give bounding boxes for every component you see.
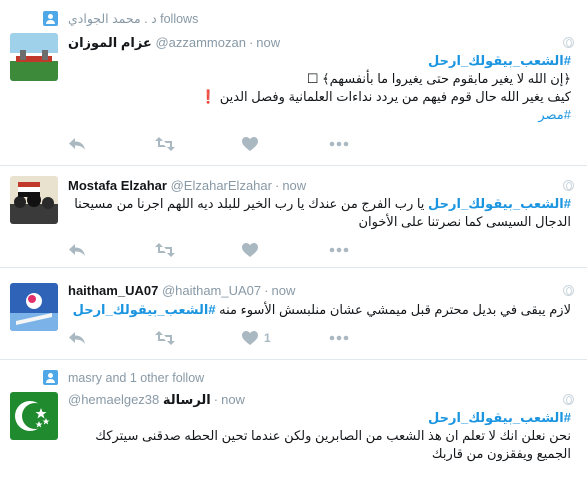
- username[interactable]: @ElzaharElzahar: [171, 178, 272, 193]
- tweet-3[interactable]: haitham_UA07 @haitham_UA07 · now لازم يبقى…: [0, 268, 587, 360]
- retweet-button[interactable]: [155, 329, 242, 347]
- display-name[interactable]: haitham_UA07: [68, 283, 158, 298]
- hashtag[interactable]: #الشعب_بيقولك_ارحل: [73, 302, 216, 317]
- like-button[interactable]: [242, 241, 329, 259]
- separator: ·: [248, 35, 254, 50]
- more-button[interactable]: [329, 329, 416, 347]
- tweet-header: عزام الموزان @azzammozan · now: [68, 35, 280, 51]
- display-name[interactable]: عزام الموزان: [68, 35, 152, 50]
- avatar[interactable]: [10, 392, 58, 440]
- tweet-actions: [68, 241, 416, 259]
- retweet-button[interactable]: [155, 135, 242, 153]
- globe-icon: [563, 180, 574, 191]
- tweet-text: #الشعب_بيقولك_ارحل ﴿إن الله لا يغير مابق…: [68, 52, 571, 124]
- display-name[interactable]: الرسالة: [163, 392, 211, 407]
- tweet-2[interactable]: Mostafa Elzahar @ElzaharElzahar · now #الش…: [0, 166, 587, 268]
- hashtag[interactable]: #الشعب_بيقولك_ارحل: [68, 409, 571, 427]
- tweet-header: @hemaelgez38 الرسالة · now: [68, 392, 245, 408]
- like-icon: [242, 243, 258, 257]
- person-icon: [43, 370, 58, 385]
- person-icon: [43, 11, 58, 26]
- more-icon: [329, 247, 349, 253]
- reply-button[interactable]: [68, 241, 155, 259]
- like-count: 1: [264, 331, 271, 345]
- hashtag[interactable]: #الشعب_بيقولك_ارحل: [428, 196, 571, 211]
- follow-context-text: masry and 1 other follow: [68, 370, 205, 385]
- exclamation-icon: ❗: [199, 89, 217, 104]
- hashtag[interactable]: #مصر: [68, 106, 571, 124]
- avatar[interactable]: [10, 33, 58, 81]
- more-button[interactable]: [329, 241, 416, 259]
- tweet-header: Mostafa Elzahar @ElzaharElzahar · now: [68, 178, 306, 193]
- separator: ·: [213, 392, 219, 407]
- retweet-icon: [155, 331, 175, 345]
- tweet-body-text: نحن نعلن انك لا تعلم ان هذ الشعب من الصا…: [95, 428, 571, 461]
- globe-icon: [563, 285, 574, 296]
- separator: ·: [264, 283, 269, 298]
- avatar[interactable]: [10, 176, 58, 224]
- reply-button[interactable]: [68, 329, 155, 347]
- username[interactable]: @azzammozan: [155, 35, 246, 50]
- more-icon: [329, 141, 349, 147]
- globe-icon: [563, 394, 574, 405]
- more-icon: [329, 335, 349, 341]
- follow-context-text: د . محمد الجوادي follows: [68, 12, 199, 26]
- like-icon: [242, 331, 258, 345]
- like-button[interactable]: 1: [242, 329, 329, 347]
- tweet-text: #الشعب_بيقولك_ارحل يا رب الفرج من عندك ي…: [68, 195, 571, 231]
- display-name[interactable]: Mostafa Elzahar: [68, 178, 167, 193]
- tweet-line: ﴿إن الله لا يغير مابقوم حتى يغيروا ما بأ…: [306, 71, 571, 86]
- username[interactable]: @haitham_UA07: [162, 283, 261, 298]
- tweet-1[interactable]: د . محمد الجوادي follows عزام الموزان @a…: [0, 0, 587, 166]
- separator: ·: [274, 178, 280, 193]
- like-button[interactable]: [242, 135, 329, 153]
- like-icon: [242, 137, 258, 151]
- retweet-button[interactable]: [155, 241, 242, 259]
- tweet-header: haitham_UA07 @haitham_UA07 · now: [68, 283, 295, 298]
- tweet-4[interactable]: masry and 1 other follow @hemaelgez38 ال…: [0, 360, 587, 484]
- follow-context: د . محمد الجوادي follows: [43, 11, 198, 26]
- globe-icon: [563, 37, 574, 48]
- timestamp[interactable]: now: [256, 35, 280, 50]
- tweet-body-text: لازم يبقى في بديل محترم قبل ميمشي عشان م…: [215, 302, 571, 317]
- more-button[interactable]: [329, 135, 416, 153]
- reply-icon: [69, 138, 85, 150]
- reply-button[interactable]: [68, 135, 155, 153]
- timestamp[interactable]: now: [271, 283, 295, 298]
- retweet-icon: [155, 137, 175, 151]
- tweet-line: كيف يغير الله حال قوم فيهم من يردد نداءا…: [199, 89, 571, 104]
- follow-context: masry and 1 other follow: [43, 370, 204, 385]
- reply-icon: [69, 332, 85, 344]
- tweet-actions: [68, 135, 416, 153]
- avatar[interactable]: [10, 283, 58, 331]
- hashtag[interactable]: #الشعب_بيقولك_ارحل: [68, 52, 571, 70]
- timestamp[interactable]: now: [221, 392, 245, 407]
- tweet-text: #الشعب_بيقولك_ارحل نحن نعلن انك لا تعلم …: [68, 409, 571, 463]
- tweet-text: لازم يبقى في بديل محترم قبل ميمشي عشان م…: [68, 301, 571, 319]
- tweet-actions: 1: [68, 329, 416, 347]
- username[interactable]: @hemaelgez38: [68, 392, 159, 407]
- retweet-icon: [155, 243, 175, 257]
- timestamp[interactable]: now: [282, 178, 306, 193]
- reply-icon: [69, 244, 85, 256]
